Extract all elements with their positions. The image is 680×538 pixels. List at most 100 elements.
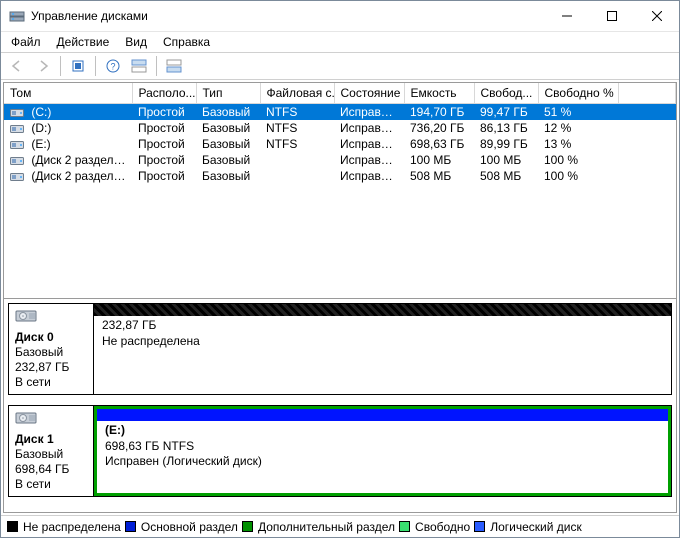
partition-status: Исправен (Логический диск) bbox=[105, 454, 660, 470]
disk-state: В сети bbox=[15, 375, 87, 390]
vol-layout: Простой bbox=[132, 168, 196, 184]
disk-type: Базовый bbox=[15, 447, 87, 462]
vol-type: Базовый bbox=[196, 152, 260, 168]
vol-capacity: 698,63 ГБ bbox=[404, 136, 474, 152]
disk-size: 232,87 ГБ bbox=[15, 360, 87, 375]
column-headers[interactable]: Том Располо... Тип Файловая с... Состоян… bbox=[4, 83, 676, 104]
disk-layout: 232,87 ГБНе распределена bbox=[94, 303, 672, 395]
vol-type: Базовый bbox=[196, 168, 260, 184]
partition-header-bar bbox=[97, 409, 668, 421]
vol-capacity: 736,20 ГБ bbox=[404, 120, 474, 136]
disk-size: 698,64 ГБ bbox=[15, 462, 87, 477]
menu-help[interactable]: Справка bbox=[155, 33, 218, 51]
legend-swatch-extended bbox=[242, 521, 253, 532]
toolbar-separator bbox=[60, 56, 61, 76]
vol-fs: NTFS bbox=[260, 104, 334, 121]
vol-freepct: 100 % bbox=[538, 152, 618, 168]
maximize-button[interactable] bbox=[589, 1, 634, 31]
volume-row[interactable]: (Диск 2 раздел 4)ПростойБазовый Исправен.… bbox=[4, 168, 676, 184]
vol-fs bbox=[260, 152, 334, 168]
view-bottom-button[interactable] bbox=[162, 55, 186, 77]
disk-type: Базовый bbox=[15, 345, 87, 360]
window-title: Управление дисками bbox=[31, 9, 544, 23]
vol-layout: Простой bbox=[132, 120, 196, 136]
legend-logical: Логический диск bbox=[490, 520, 582, 534]
help-button[interactable]: ? bbox=[101, 55, 125, 77]
vol-name: (D:) bbox=[4, 120, 132, 136]
content-area: Том Располо... Тип Файловая с... Состоян… bbox=[3, 82, 677, 513]
col-type[interactable]: Тип bbox=[196, 83, 260, 104]
menu-file[interactable]: Файл bbox=[3, 33, 49, 51]
vol-free: 89,99 ГБ bbox=[474, 136, 538, 152]
svg-text:?: ? bbox=[110, 62, 115, 72]
legend-swatch-unalloc bbox=[7, 521, 18, 532]
menubar: Файл Действие Вид Справка bbox=[1, 31, 679, 52]
legend-swatch-free bbox=[399, 521, 410, 532]
partition-logical[interactable]: (E:)698,63 ГБ NTFSИсправен (Логический д… bbox=[94, 406, 671, 496]
disk-graphical-scroll[interactable]: Диск 0Базовый232,87 ГБВ сети232,87 ГБНе … bbox=[4, 299, 676, 512]
col-capacity[interactable]: Емкость bbox=[404, 83, 474, 104]
col-filler bbox=[618, 83, 676, 104]
forward-button bbox=[31, 55, 55, 77]
vol-name: (Диск 2 раздел 1) bbox=[4, 152, 132, 168]
disk-state: В сети bbox=[15, 477, 87, 492]
menu-action[interactable]: Действие bbox=[49, 33, 118, 51]
vol-name: (Диск 2 раздел 4) bbox=[4, 168, 132, 184]
legend-bar: Не распределена Основной раздел Дополнит… bbox=[1, 515, 679, 537]
vol-free: 99,47 ГБ bbox=[474, 104, 538, 121]
hard-disk-icon bbox=[15, 308, 87, 328]
vol-capacity: 100 МБ bbox=[404, 152, 474, 168]
partition-unalloc[interactable]: 232,87 ГБНе распределена bbox=[94, 304, 671, 394]
disk-info[interactable]: Диск 1Базовый698,64 ГБВ сети bbox=[8, 405, 94, 497]
disk-info[interactable]: Диск 0Базовый232,87 ГБВ сети bbox=[8, 303, 94, 395]
refresh-button[interactable] bbox=[66, 55, 90, 77]
toolbar-separator bbox=[95, 56, 96, 76]
window-root: Управление дисками Файл Действие Вид Спр… bbox=[0, 0, 680, 538]
partition-size: 698,63 ГБ NTFS bbox=[105, 439, 660, 455]
disk-graphical-pane: Диск 0Базовый232,87 ГБВ сети232,87 ГБНе … bbox=[4, 299, 676, 512]
vol-type: Базовый bbox=[196, 120, 260, 136]
vol-status: Исправен... bbox=[334, 136, 404, 152]
vol-layout: Простой bbox=[132, 152, 196, 168]
minimize-button[interactable] bbox=[544, 1, 589, 31]
titlebar: Управление дисками bbox=[1, 1, 679, 31]
view-top-button[interactable] bbox=[127, 55, 151, 77]
close-button[interactable] bbox=[634, 1, 679, 31]
vol-capacity: 508 МБ bbox=[404, 168, 474, 184]
vol-status: Исправен... bbox=[334, 120, 404, 136]
back-button bbox=[5, 55, 29, 77]
vol-freepct: 51 % bbox=[538, 104, 618, 121]
legend-free: Свободно bbox=[415, 520, 470, 534]
vol-name: (E:) bbox=[4, 136, 132, 152]
volume-row[interactable]: (C:)ПростойБазовыйNTFSИсправен...194,70 … bbox=[4, 104, 676, 121]
vol-status: Исправен... bbox=[334, 104, 404, 121]
vol-layout: Простой bbox=[132, 104, 196, 121]
col-free[interactable]: Свобод... bbox=[474, 83, 538, 104]
vol-freepct: 13 % bbox=[538, 136, 618, 152]
disk-layout: (E:)698,63 ГБ NTFSИсправен (Логический д… bbox=[94, 405, 672, 497]
legend-swatch-primary bbox=[125, 521, 136, 532]
legend-swatch-logical bbox=[474, 521, 485, 532]
volume-row[interactable]: (E:)ПростойБазовыйNTFSИсправен...698,63 … bbox=[4, 136, 676, 152]
volume-row[interactable]: (D:)ПростойБазовыйNTFSИсправен...736,20 … bbox=[4, 120, 676, 136]
legend-primary: Основной раздел bbox=[141, 520, 238, 534]
vol-free: 508 МБ bbox=[474, 168, 538, 184]
vol-fs: NTFS bbox=[260, 136, 334, 152]
legend-unalloc: Не распределена bbox=[23, 520, 121, 534]
menu-view[interactable]: Вид bbox=[117, 33, 155, 51]
volume-list-pane: Том Располо... Тип Файловая с... Состоян… bbox=[4, 83, 676, 299]
col-volume[interactable]: Том bbox=[4, 83, 132, 104]
col-fs[interactable]: Файловая с... bbox=[260, 83, 334, 104]
vol-fs: NTFS bbox=[260, 120, 334, 136]
col-freepct[interactable]: Свободно % bbox=[538, 83, 618, 104]
partition-name: (E:) bbox=[105, 423, 660, 439]
volume-row[interactable]: (Диск 2 раздел 1)ПростойБазовыйИсправен.… bbox=[4, 152, 676, 168]
vol-status: Исправен... bbox=[334, 168, 404, 184]
vol-capacity: 194,70 ГБ bbox=[404, 104, 474, 121]
vol-fs bbox=[260, 168, 334, 184]
disk-row: Диск 1Базовый698,64 ГБВ сети(E:)698,63 Г… bbox=[8, 405, 672, 497]
col-status[interactable]: Состояние bbox=[334, 83, 404, 104]
vol-freepct: 100 % bbox=[538, 168, 618, 184]
vol-layout: Простой bbox=[132, 136, 196, 152]
col-layout[interactable]: Располо... bbox=[132, 83, 196, 104]
